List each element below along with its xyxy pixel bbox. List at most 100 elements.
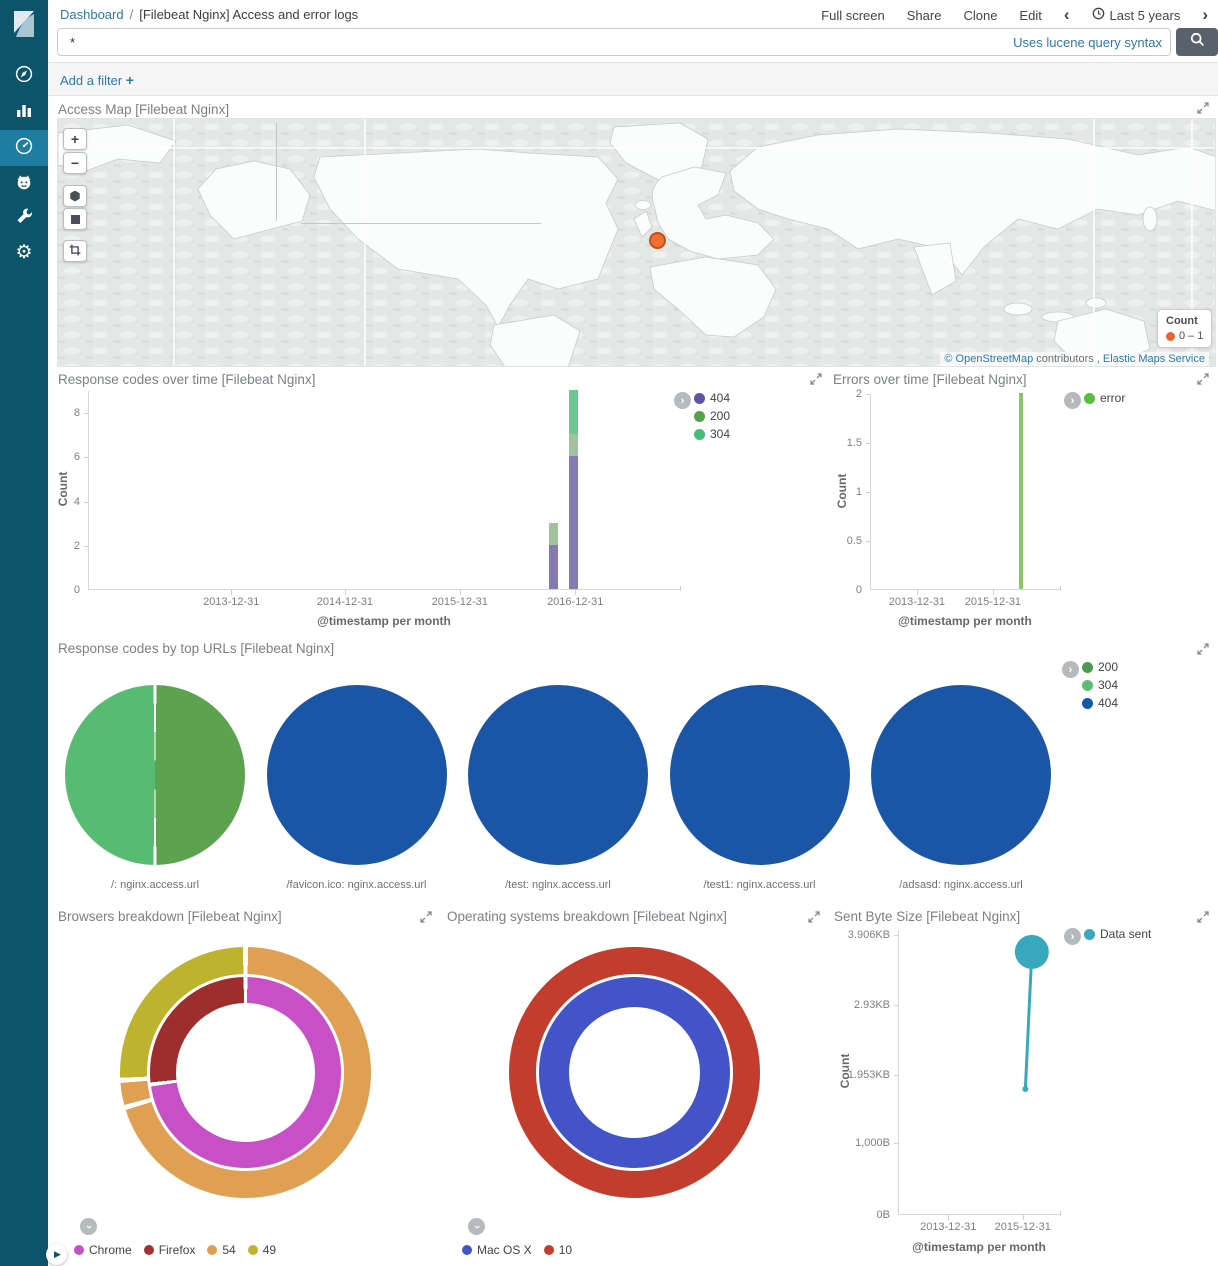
y-tick-label: 2.93KB: [828, 999, 890, 1011]
expand-icon[interactable]: [1197, 372, 1209, 390]
map-zoom-out-button[interactable]: −: [63, 152, 87, 174]
osm-link[interactable]: © OpenStreetMap: [944, 353, 1033, 365]
legend-label: 54: [222, 1243, 235, 1257]
legend-swatch: [248, 1245, 258, 1255]
sidebar-item-management[interactable]: ⚙: [0, 234, 48, 270]
y-axis-label: Count: [835, 446, 849, 536]
x-axis-end-mark: [1060, 586, 1061, 591]
world-map[interactable]: [57, 118, 1216, 367]
data-sent-line-chart[interactable]: [899, 930, 1061, 1215]
map-legend-range: 0 – 1: [1179, 330, 1203, 342]
pie-chart-1[interactable]: [267, 685, 447, 865]
legend-item-error[interactable]: error: [1084, 391, 1125, 405]
sidebar-item-dashboard[interactable]: [0, 130, 48, 166]
y-tick-mark: [84, 413, 88, 414]
breadcrumb-dashboard-link[interactable]: Dashboard: [60, 7, 124, 22]
bar-segment-304[interactable]: [569, 390, 578, 434]
panel-title-response-codes[interactable]: Response codes over time [Filebeat Nginx…: [58, 372, 315, 387]
search-button[interactable]: [1176, 28, 1218, 56]
legend-collapse-icon[interactable]: ›: [80, 1218, 97, 1235]
kibana-logo[interactable]: [0, 0, 48, 48]
x-tick-label: 2013-12-31: [181, 596, 281, 608]
lucene-syntax-link[interactable]: Uses lucene query syntax: [1013, 35, 1162, 50]
map-rectangle-tool-button[interactable]: [63, 208, 87, 230]
legend-toggle-icon[interactable]: ›: [1062, 661, 1079, 678]
data-sent-bubble[interactable]: [1015, 935, 1049, 969]
os-donut-hole: [569, 1007, 700, 1138]
map-graticule: [173, 119, 175, 367]
legend-item-chrome[interactable]: Chrome: [74, 1243, 132, 1257]
x-axis-label: @timestamp per month: [88, 614, 680, 628]
crop-icon: [68, 243, 82, 260]
legend-item-304[interactable]: 304: [1082, 678, 1118, 692]
share-button[interactable]: Share: [907, 8, 942, 23]
legend-item-304[interactable]: 304: [694, 427, 730, 441]
legend-item-404[interactable]: 404: [1082, 696, 1118, 710]
data-sent-point[interactable]: [1022, 1086, 1028, 1092]
map-polygon-tool-button[interactable]: [63, 185, 87, 207]
pie-chart-0[interactable]: [65, 685, 245, 865]
clone-button[interactable]: Clone: [963, 8, 997, 23]
legend-toggle-icon[interactable]: ›: [1064, 928, 1081, 945]
pie-chart-2[interactable]: [468, 685, 648, 865]
time-picker-button[interactable]: Last 5 years: [1092, 7, 1181, 23]
pie-chart-3[interactable]: [670, 685, 850, 865]
bar-segment-200[interactable]: [569, 434, 578, 456]
polygon-icon: [70, 191, 81, 202]
expand-icon[interactable]: [1197, 101, 1209, 119]
bar-segment-error[interactable]: [1019, 393, 1023, 589]
search-input[interactable]: [57, 28, 1171, 56]
legend-item-firefox[interactable]: Firefox: [144, 1243, 196, 1257]
sidebar-item-discover[interactable]: [0, 58, 48, 94]
legend-item-200[interactable]: 200: [694, 409, 730, 423]
legend-swatch: [694, 393, 705, 404]
panel-title-browsers[interactable]: Browsers breakdown [Filebeat Nginx]: [58, 909, 282, 924]
time-forward-button[interactable]: ›: [1202, 9, 1208, 21]
legend-swatch: [1082, 680, 1093, 691]
time-picker-label: Last 5 years: [1110, 8, 1181, 23]
panel-title-os[interactable]: Operating systems breakdown [Filebeat Ng…: [447, 909, 727, 924]
panel-title-sent-bytes[interactable]: Sent Byte Size [Filebeat Nginx]: [834, 909, 1020, 924]
full-screen-button[interactable]: Full screen: [821, 8, 885, 23]
bar-segment-200[interactable]: [549, 523, 558, 545]
expand-icon[interactable]: [1197, 642, 1209, 660]
legend-item-54[interactable]: 54: [207, 1243, 235, 1257]
x-tick-mark: [948, 1215, 949, 1220]
y-tick-label: 0.5: [800, 535, 862, 547]
map-point-marker[interactable]: [649, 232, 666, 249]
ems-link[interactable]: Elastic Maps Service: [1103, 353, 1205, 365]
sidebar-item-dev-tools[interactable]: [0, 200, 48, 236]
legend-collapse-icon[interactable]: ›: [468, 1218, 485, 1235]
expand-icon[interactable]: [420, 910, 432, 928]
legend-label: 304: [710, 427, 730, 441]
panel-title-access-map[interactable]: Access Map [Filebeat Nginx]: [58, 102, 229, 117]
browsers-donut-hole: [176, 1003, 315, 1142]
expand-icon[interactable]: [1197, 910, 1209, 928]
add-filter-button[interactable]: Add a filter +: [60, 72, 134, 88]
bar-segment-404[interactable]: [569, 456, 578, 589]
edit-button[interactable]: Edit: [1019, 8, 1041, 23]
legend-toggle-icon[interactable]: ›: [674, 392, 691, 409]
pie-label: /: nginx.access.url: [45, 879, 265, 891]
panel-title-top-urls[interactable]: Response codes by top URLs [Filebeat Ngi…: [58, 641, 334, 656]
expand-icon[interactable]: [808, 910, 820, 928]
bar-segment-404[interactable]: [549, 545, 558, 589]
legend-item-mac-os-x[interactable]: Mac OS X: [462, 1243, 532, 1257]
map-legend-title: Count: [1166, 315, 1203, 327]
map-crop-tool-button[interactable]: [63, 240, 87, 262]
sidebar-item-timelion[interactable]: [0, 166, 48, 202]
legend-item-404[interactable]: 404: [694, 391, 730, 405]
panel-title-errors[interactable]: Errors over time [Filebeat Nginx]: [833, 372, 1027, 387]
pie-chart-4[interactable]: [871, 685, 1051, 865]
legend-item-200[interactable]: 200: [1082, 660, 1118, 674]
sidebar-item-visualize[interactable]: [0, 94, 48, 130]
time-back-button[interactable]: ‹: [1064, 9, 1070, 21]
map-zoom-in-button[interactable]: +: [63, 128, 87, 150]
legend-item-data-sent[interactable]: Data sent: [1084, 927, 1151, 941]
legend-item-49[interactable]: 49: [248, 1243, 276, 1257]
legend-item-10[interactable]: 10: [544, 1243, 572, 1257]
sidebar-collapse-button[interactable]: ▶: [46, 1244, 67, 1265]
legend-toggle-icon[interactable]: ›: [1064, 392, 1081, 409]
y-tick-mark: [866, 443, 870, 444]
x-tick-label: 2015-12-31: [943, 596, 1043, 608]
